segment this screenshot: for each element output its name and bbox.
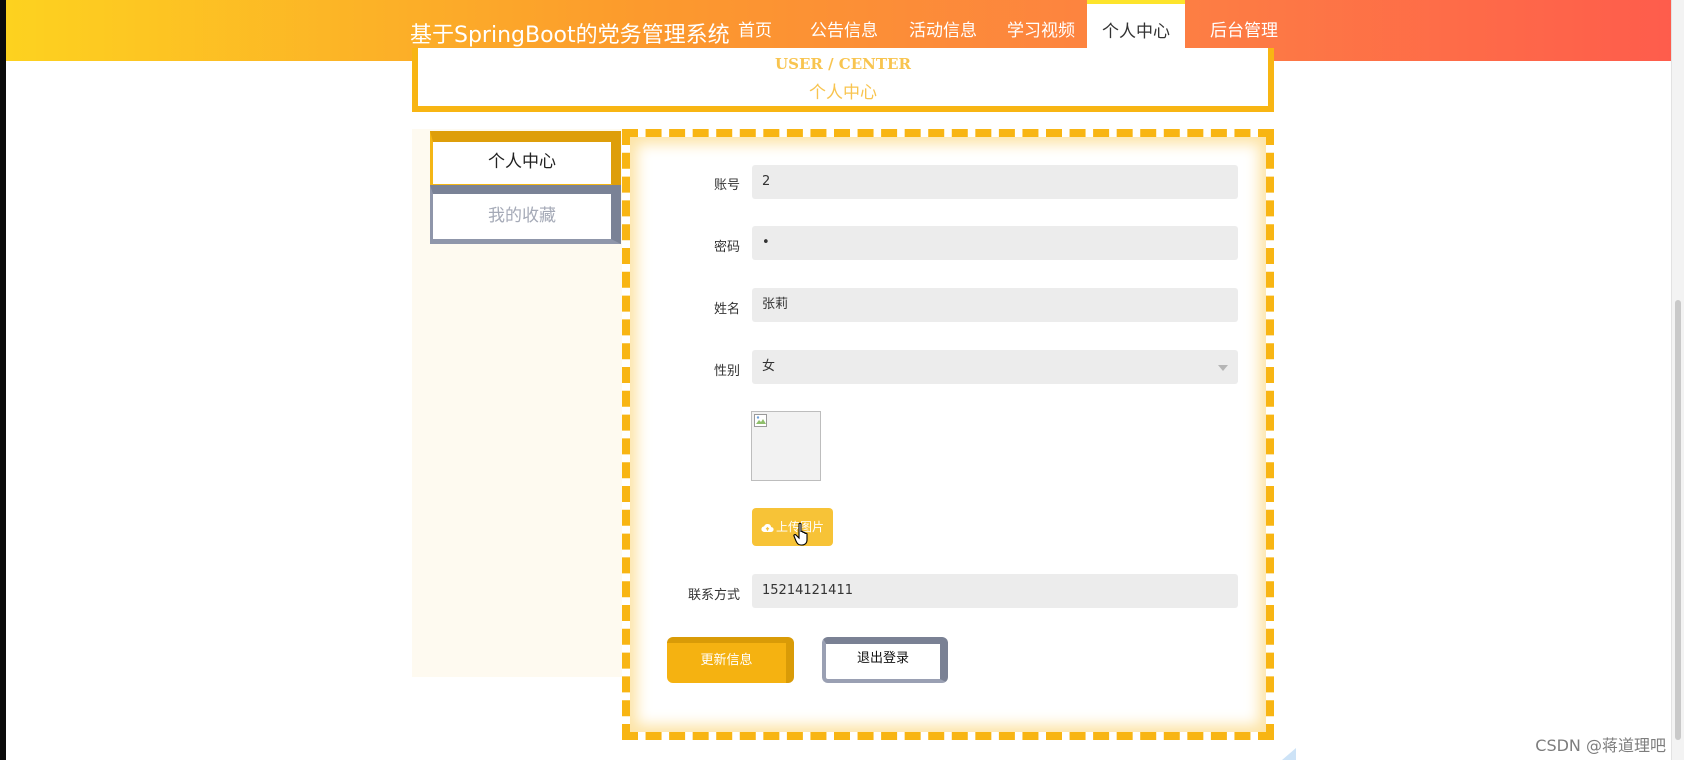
hand-pointer-cursor-icon: [793, 522, 808, 546]
corner-decoration: [1282, 748, 1296, 760]
logout-button[interactable]: 退出登录: [822, 637, 948, 683]
site-brand: 基于SpringBoot的党务管理系统: [410, 23, 730, 48]
account-input[interactable]: 2: [752, 165, 1238, 199]
gender-label: 性别: [713, 364, 740, 379]
broken-image-icon: [754, 414, 767, 427]
account-label: 账号: [713, 178, 740, 193]
contact-label: 联系方式: [687, 588, 740, 603]
cloud-upload-icon: [761, 523, 774, 532]
sidebar-item-user-center[interactable]: 个人中心: [430, 131, 621, 190]
password-label: 密码: [713, 240, 740, 255]
update-info-button[interactable]: 更新信息: [667, 637, 794, 683]
password-input[interactable]: •: [752, 226, 1238, 260]
section-title-en: USER / CENTER: [775, 55, 911, 73]
name-input[interactable]: 张莉: [752, 288, 1238, 322]
screen-edge: [0, 0, 6, 760]
sidebar-item-favorites[interactable]: 我的收藏: [430, 185, 621, 244]
page-scrollbar[interactable]: [1671, 0, 1684, 760]
gender-selected-value: 女: [762, 359, 776, 374]
gender-select[interactable]: 女: [752, 350, 1238, 384]
avatar-preview: [751, 411, 821, 481]
scrollbar-thumb[interactable]: [1675, 300, 1681, 740]
name-label: 姓名: [713, 302, 740, 317]
section-title-cn: 个人中心: [809, 83, 877, 103]
watermark: CSDN @蒋道理吧: [1535, 736, 1666, 755]
chevron-down-icon: [1218, 365, 1228, 371]
section-title-box: USER / CENTER 个人中心: [412, 48, 1274, 112]
contact-input[interactable]: 15214121411: [752, 574, 1238, 608]
